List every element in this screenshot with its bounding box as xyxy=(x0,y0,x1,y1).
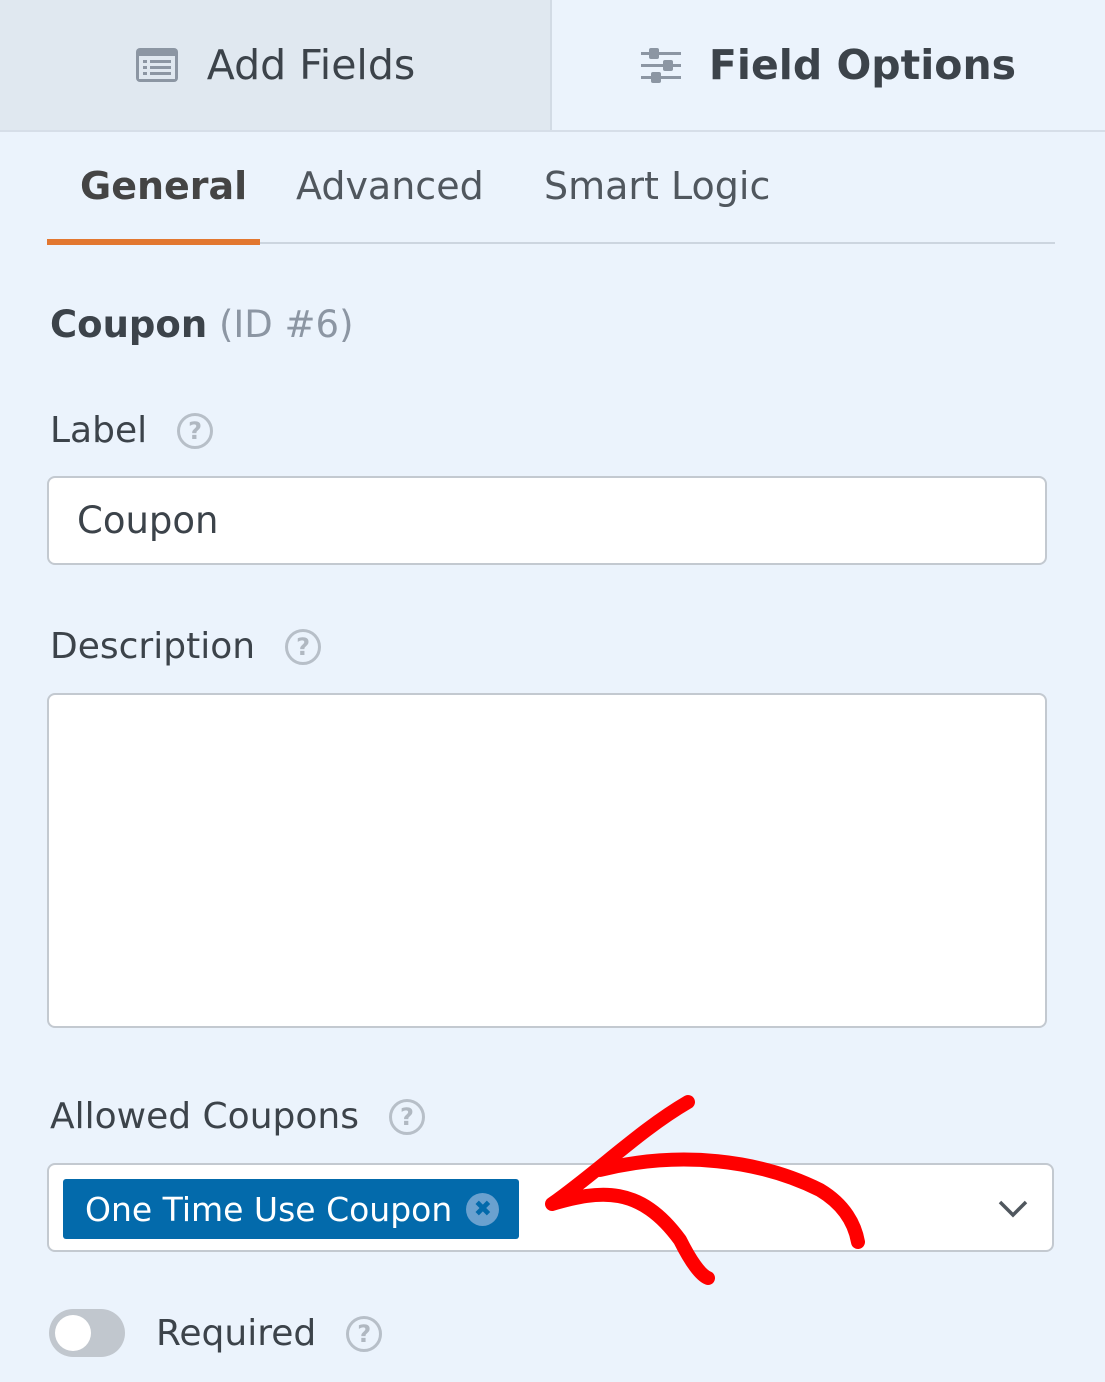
field-type-name: Coupon xyxy=(50,303,208,346)
panel-tabs: Add Fields Field Options xyxy=(0,0,1105,132)
description-text: Description xyxy=(50,626,256,667)
description-field-label: Description ? xyxy=(50,626,322,667)
allowed-coupons-select[interactable]: One Time Use Coupon ✖ xyxy=(47,1163,1054,1252)
tab-field-options-label: Field Options xyxy=(708,41,1017,89)
subtab-advanced[interactable]: Advanced xyxy=(296,164,484,208)
chevron-down-icon[interactable] xyxy=(996,1193,1030,1227)
description-textarea[interactable] xyxy=(47,693,1047,1028)
allowed-coupons-label: Allowed Coupons ? xyxy=(50,1096,425,1137)
chip-label: One Time Use Coupon xyxy=(85,1189,453,1229)
sliders-icon xyxy=(640,47,681,83)
required-text: Required xyxy=(156,1313,317,1354)
remove-icon[interactable]: ✖ xyxy=(466,1192,500,1226)
subtab-general[interactable]: General xyxy=(80,164,247,208)
help-icon[interactable]: ? xyxy=(388,1098,425,1135)
tab-field-options[interactable]: Field Options xyxy=(552,0,1105,130)
selected-coupon-chip: One Time Use Coupon ✖ xyxy=(63,1179,520,1239)
list-icon xyxy=(135,47,179,83)
toggle-knob xyxy=(55,1315,91,1351)
label-text: Label xyxy=(50,410,148,451)
tab-add-fields[interactable]: Add Fields xyxy=(0,0,552,130)
field-heading: Coupon (ID #6) xyxy=(50,303,354,346)
field-options-subtabs: General Advanced Smart Logic xyxy=(47,140,1055,245)
help-icon[interactable]: ? xyxy=(285,628,322,665)
field-id: (ID #6) xyxy=(218,303,354,346)
active-tab-indicator xyxy=(47,239,260,245)
required-label: Required ? xyxy=(156,1313,383,1354)
help-icon[interactable]: ? xyxy=(346,1315,383,1352)
help-icon[interactable]: ? xyxy=(177,412,214,449)
required-toggle[interactable] xyxy=(49,1309,125,1357)
label-field-label: Label ? xyxy=(50,410,214,451)
allowed-coupons-text: Allowed Coupons xyxy=(50,1096,359,1137)
tab-add-fields-label: Add Fields xyxy=(206,41,416,89)
subtab-smart-logic[interactable]: Smart Logic xyxy=(544,164,770,208)
label-input[interactable]: Coupon xyxy=(47,476,1047,565)
